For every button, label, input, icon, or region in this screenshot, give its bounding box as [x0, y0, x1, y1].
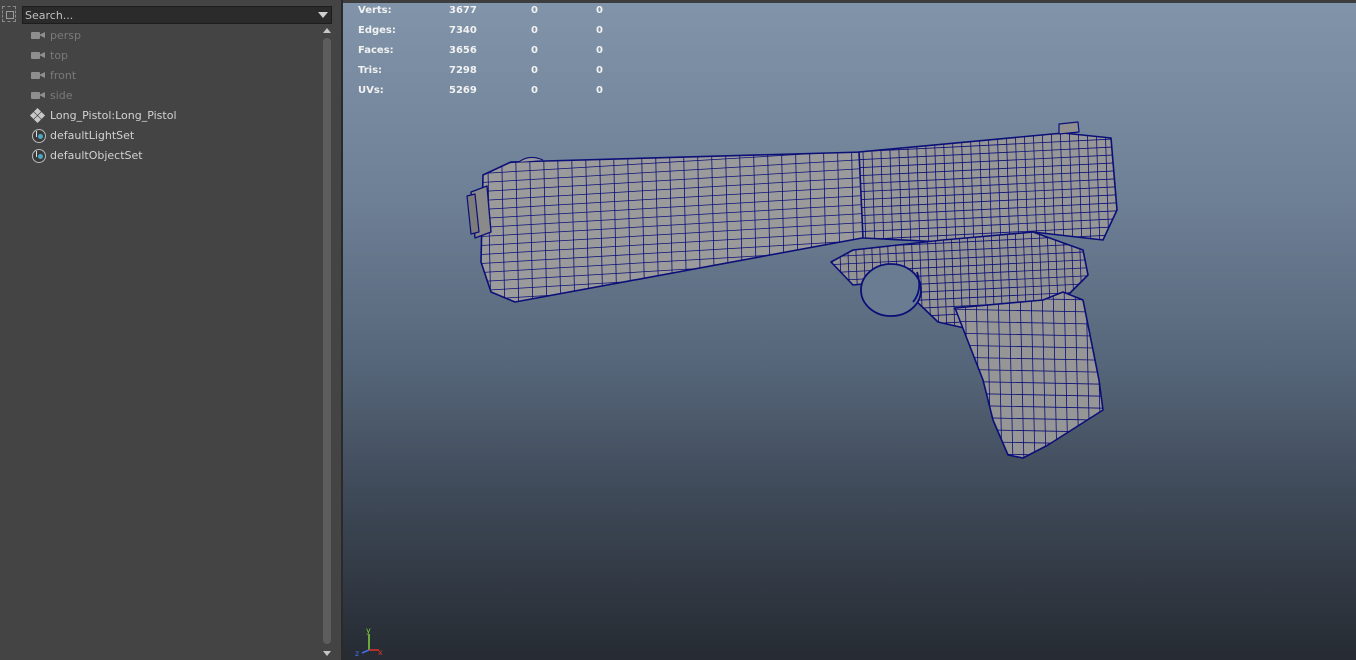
outliner-item-top[interactable]: top: [0, 46, 320, 66]
mesh-edge: [853, 115, 1123, 129]
axis-y-label: y: [366, 626, 371, 635]
search-box[interactable]: [22, 6, 332, 24]
outliner-item-label: defaultLightSet: [50, 129, 135, 142]
mesh-edge: [473, 122, 883, 147]
hud-value: 0: [596, 65, 603, 76]
hud-value: 0: [531, 25, 538, 36]
search-input[interactable]: [25, 8, 305, 22]
scroll-down-arrow-icon[interactable]: [323, 651, 331, 656]
outliner-panel: persp top front side Long_Pistol:Long_Pi…: [0, 0, 341, 660]
outliner-tree: persp top front side Long_Pistol:Long_Pi…: [0, 26, 320, 166]
hud-row-edges: Edges: 7340 0 0: [358, 23, 618, 43]
outliner-item-label: Long_Pistol:Long_Pistol: [50, 109, 177, 122]
outliner-item-label: top: [50, 49, 69, 62]
camera-icon: [30, 69, 46, 83]
camera-icon: [30, 29, 46, 43]
mesh-edge: [1086, 232, 1088, 330]
hud-label: UVs:: [358, 85, 384, 96]
hud-value: 0: [531, 65, 538, 76]
mesh-edge: [853, 107, 1123, 121]
camera-icon: [30, 49, 46, 63]
hud-value: 0: [531, 5, 538, 16]
hud-value: 0: [531, 85, 538, 96]
scrollbar-thumb[interactable]: [323, 38, 331, 644]
hud-label: Verts:: [358, 5, 392, 16]
object-set-icon: [32, 149, 46, 163]
outliner-item-long-pistol[interactable]: Long_Pistol:Long_Pistol: [0, 106, 320, 126]
outliner-scrollbar[interactable]: [321, 26, 333, 660]
hud-value: 0: [596, 5, 603, 16]
outliner-item-front[interactable]: front: [0, 66, 320, 86]
mesh-edge: [1123, 120, 1127, 250]
hud-row-tris: Tris: 7298 0 0: [358, 63, 618, 83]
object-set-icon: [32, 129, 46, 143]
hud-value: 7340: [449, 25, 477, 36]
outliner-item-default-light-set[interactable]: defaultLightSet: [0, 126, 320, 146]
outliner-item-label: persp: [50, 29, 81, 42]
mesh-edge: [473, 104, 883, 129]
hud-label: Tris:: [358, 65, 383, 76]
outliner-filter-icon[interactable]: [2, 6, 16, 22]
hud-value: 3677: [449, 5, 477, 16]
outliner-item-label: front: [50, 69, 77, 82]
camera-icon: [30, 89, 46, 103]
transform-group-icon: [29, 107, 46, 124]
mesh-edge: [943, 465, 1113, 468]
scroll-up-arrow-icon[interactable]: [323, 28, 331, 33]
hud-value: 0: [531, 45, 538, 56]
hud-value: 3656: [449, 45, 477, 56]
hud-value: 5269: [449, 85, 477, 96]
hud-row-uvs: UVs: 5269 0 0: [358, 83, 618, 103]
hud-value: 0: [596, 25, 603, 36]
outliner-item-label: side: [50, 89, 73, 102]
viewport-3d[interactable]: Verts: 3677 0 0 Edges: 7340 0 0 Faces: 3…: [343, 0, 1356, 660]
heads-up-display-poly-count: Verts: 3677 0 0 Edges: 7340 0 0 Faces: 3…: [358, 3, 618, 103]
axis-z-line: [361, 649, 370, 654]
mesh-edge: [1108, 285, 1112, 465]
outliner-item-side[interactable]: side: [0, 86, 320, 106]
hud-value: 7298: [449, 65, 477, 76]
axis-gizmo-icon: y x z: [355, 626, 383, 658]
axis-x-label: x: [378, 648, 383, 657]
hud-value: 0: [596, 45, 603, 56]
hud-value: 0: [596, 85, 603, 96]
outliner-item-persp[interactable]: persp: [0, 26, 320, 46]
hud-label: Edges:: [358, 25, 396, 36]
outliner-item-default-object-set[interactable]: defaultObjectSet: [0, 146, 320, 166]
outliner-item-label: defaultObjectSet: [50, 149, 143, 162]
hud-row-verts: Verts: 3677 0 0: [358, 3, 618, 23]
chevron-down-icon[interactable]: [318, 12, 328, 18]
mesh-edge: [481, 152, 873, 157]
hud-label: Faces:: [358, 45, 394, 56]
axis-z-label: z: [355, 649, 359, 658]
mesh-edge: [859, 133, 1117, 137]
hud-row-faces: Faces: 3656 0 0: [358, 43, 618, 63]
pistol-model: [466, 104, 1127, 468]
mesh-edge: [473, 113, 883, 138]
